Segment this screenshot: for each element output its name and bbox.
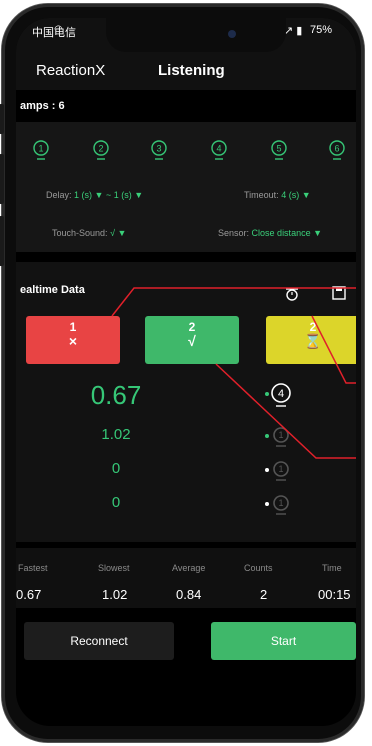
stat-header-average: Average bbox=[172, 563, 206, 573]
stat-fastest: 0.67 bbox=[16, 587, 42, 602]
phone-frame: 中国电信 ◠ ↗ ▮ 75% ReactionX Listening amps … bbox=[0, 4, 364, 742]
mute-switch bbox=[0, 104, 4, 134]
reconnect-button[interactable]: Reconnect bbox=[24, 622, 174, 660]
stat-slowest: 1.02 bbox=[102, 587, 128, 602]
stat-header-fastest: Fastest bbox=[18, 563, 48, 573]
volume-down-button bbox=[0, 216, 4, 266]
annotation-lines bbox=[111, 287, 356, 459]
app-screen: 中国电信 ◠ ↗ ▮ 75% ReactionX Listening amps … bbox=[16, 18, 356, 726]
stat-time: 00:15 bbox=[318, 587, 351, 602]
volume-up-button bbox=[0, 154, 4, 204]
stat-average: 0.84 bbox=[176, 587, 202, 602]
start-button[interactable]: Start bbox=[211, 622, 356, 660]
notch bbox=[106, 18, 286, 52]
stat-header-slowest: Slowest bbox=[98, 563, 130, 573]
stat-header-time: Time bbox=[322, 563, 342, 573]
stat-counts: 2 bbox=[260, 587, 268, 602]
stat-header-counts: Counts bbox=[244, 563, 273, 573]
camera-icon bbox=[228, 30, 236, 38]
